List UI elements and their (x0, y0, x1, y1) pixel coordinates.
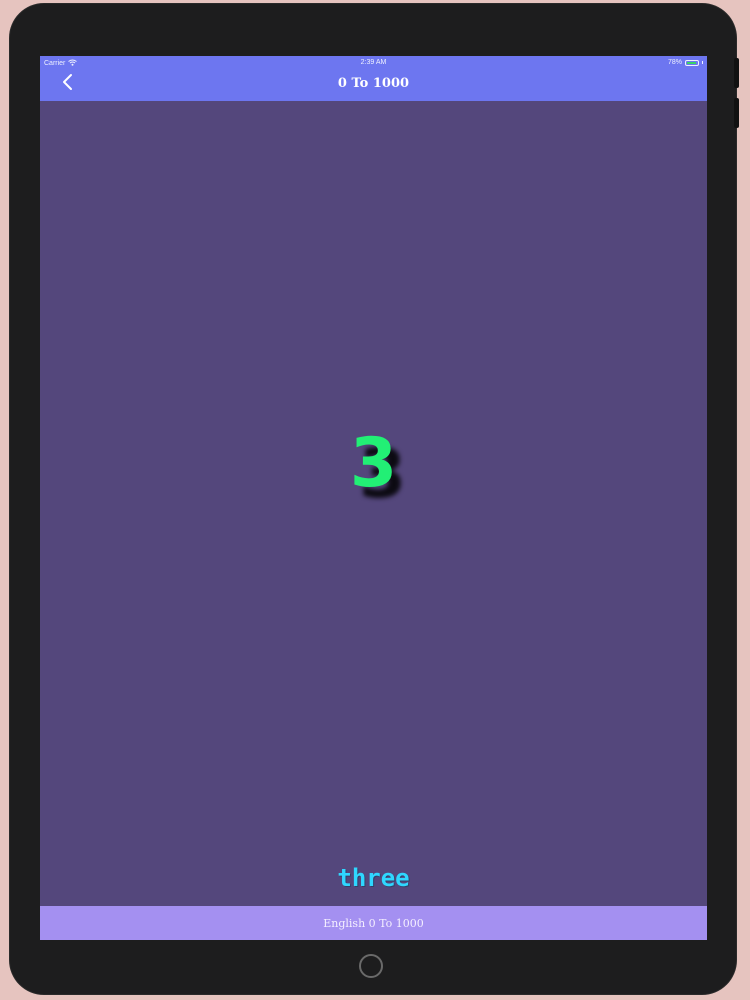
page-title: 0 To 1000 (337, 76, 410, 91)
footer-label: English 0 To 1000 (323, 916, 424, 930)
volume-button (734, 58, 739, 88)
home-button[interactable] (359, 954, 383, 978)
status-battery: 78% (668, 59, 703, 66)
footer-banner: English 0 To 1000 (40, 906, 707, 940)
battery-icon (685, 59, 699, 66)
volume-button (734, 98, 739, 128)
number-display: 3 (349, 424, 398, 503)
status-bar: Carrier 2:39 AM 78% (40, 56, 707, 70)
number-word: three (337, 864, 410, 892)
navigation-bar: Carrier 2:39 AM 78% 0 To 1000 (40, 56, 707, 101)
status-time: 2:39 AM (360, 59, 387, 66)
app-screen: Carrier 2:39 AM 78% 0 To 1000 3 three En… (40, 56, 707, 940)
battery-percent: 78% (667, 59, 682, 66)
